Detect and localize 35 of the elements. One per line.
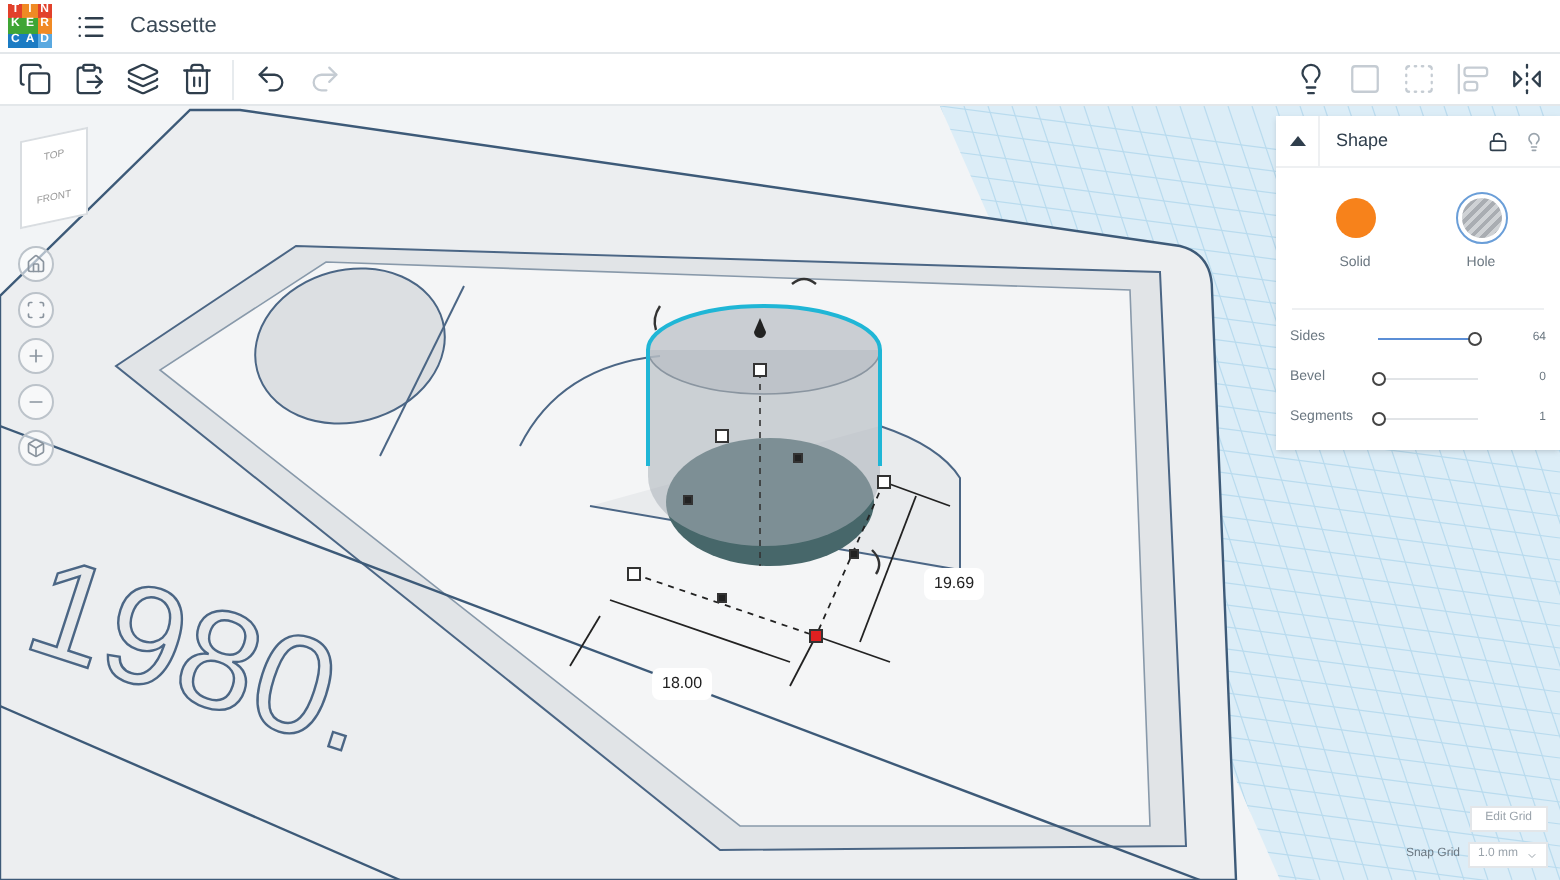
- zoom-in-icon: [26, 346, 46, 366]
- engraved-number: 1980.: [10, 526, 393, 783]
- param-slider[interactable]: [1378, 371, 1478, 387]
- unlock-icon[interactable]: [1488, 131, 1508, 151]
- dimension-value[interactable]: 18.00: [652, 668, 713, 700]
- design-title[interactable]: Cassette: [130, 9, 217, 43]
- list-icon[interactable]: [76, 11, 106, 41]
- align-icon: [1455, 62, 1489, 96]
- cylinder-hole[interactable]: [646, 304, 882, 567]
- lift-cone-icon[interactable]: [754, 318, 766, 338]
- dimension-value[interactable]: 19.69: [924, 568, 985, 600]
- copy-icon: [17, 62, 51, 96]
- redo-icon: [307, 62, 341, 96]
- paste-icon: [71, 62, 105, 96]
- undo-icon: [253, 62, 287, 96]
- param-slider[interactable]: [1378, 331, 1478, 347]
- home-icon: [26, 254, 46, 274]
- duplicate-icon: [125, 62, 159, 96]
- slider-thumb[interactable]: [1371, 372, 1385, 386]
- hole-swatch: [1461, 198, 1501, 238]
- perspective-icon: [26, 438, 46, 458]
- param-slider[interactable]: [1378, 411, 1478, 427]
- mirror-icon: [1509, 62, 1543, 96]
- resize-handles[interactable]: [627, 363, 891, 643]
- dropdown-caret-icon: [1526, 849, 1538, 861]
- cassette-model-drawing[interactable]: [0, 108, 1238, 880]
- slider-thumb[interactable]: [1371, 412, 1385, 426]
- perspective-button[interactable]: [18, 430, 54, 466]
- ungroup-icon: [1401, 62, 1435, 96]
- delete-icon: [179, 62, 213, 96]
- home-button[interactable]: [18, 246, 54, 282]
- panel-title: Shape: [1336, 127, 1391, 154]
- group-icon: [1347, 62, 1381, 96]
- fit-icon: [26, 300, 46, 320]
- slider-thumb[interactable]: [1467, 332, 1481, 346]
